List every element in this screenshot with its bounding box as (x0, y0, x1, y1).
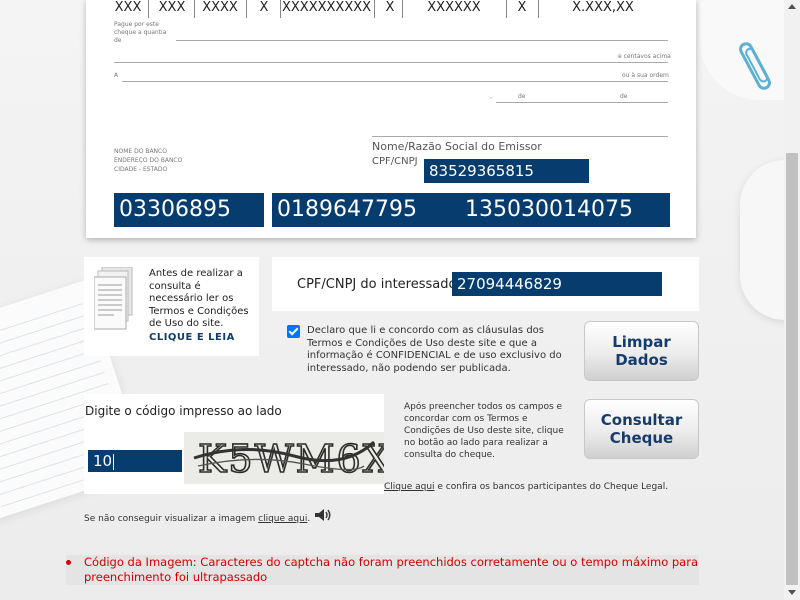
captcha-label: Digite o código impresso ao lado (85, 404, 282, 418)
cheque-field-1-input[interactable]: 03306895 (114, 193, 264, 227)
cheque-field-digit: X (259, 0, 269, 15)
no-view-text: Se não conseguir visualizar a imagem (84, 514, 259, 524)
speaker-icon[interactable] (314, 508, 332, 522)
cheque-issuer-label: Nome/Razão Social do Emissor (372, 140, 542, 153)
no-view-link[interactable]: clique aqui (258, 514, 307, 524)
cheque-field-number: XXXX (202, 0, 238, 15)
error-bullet (66, 560, 71, 565)
scroll-thumb[interactable] (786, 153, 798, 585)
terms-link[interactable]: CLIQUE E LEIA (149, 332, 235, 343)
no-view-end: . (307, 514, 311, 524)
cheque-field-account: XXXXXXXXXX (282, 0, 372, 15)
cheque-pay-label: Pague por este cheque a quantia de (114, 21, 167, 44)
error-text: Código da Imagem: Caracteres do captcha … (84, 555, 699, 584)
banks-line: Clique aqui e confira os bancos particip… (384, 482, 668, 492)
cheque-ordem-label: ou à sua ordem (622, 72, 669, 79)
cheque-field-digit2: X (385, 0, 395, 15)
cheque-a-label: A (114, 72, 119, 79)
cheque-field-3-input[interactable]: 135030014075 (460, 193, 670, 227)
cheque-bank-city: CIDADE - ESTADO (114, 166, 168, 173)
consult-button[interactable]: Consultar Cheque (584, 399, 699, 459)
cheque-field-serial: XXXXXX (427, 0, 481, 15)
document-icon (94, 267, 133, 330)
no-view-line: Se não conseguir visualizar a imagem cli… (84, 514, 310, 524)
cpf-interessado-input[interactable]: 27094446829 (452, 272, 662, 296)
error-message: Código da Imagem: Caracteres do captcha … (66, 555, 699, 585)
cpf-interessado-panel: CPF/CNPJ do interessado 27094446829 (272, 257, 699, 311)
terms-panel: Antes de realizar a consulta é necessári… (84, 257, 259, 356)
agree-text: Declaro que li e concordo com as cláusul… (307, 325, 562, 374)
captcha-image-text: K5WM6X (198, 437, 384, 481)
banks-text: e confira os bancos participantes do Che… (434, 482, 669, 492)
cheque-field-amount: X.XXX,XX (572, 0, 634, 15)
cheque-centavos-label: e centavos acima (618, 53, 671, 60)
cheque-bank-name: NOME DO BANCO (114, 148, 167, 155)
agree-checkbox[interactable] (287, 325, 300, 338)
cpf-interessado-label: CPF/CNPJ do interessado (297, 277, 457, 292)
terms-text: Antes de realizar a consulta é necessári… (149, 268, 249, 329)
cheque-card: XXX XXX XXXX X XXXXXXXXXX X XXXXXX X X.X… (86, 0, 696, 238)
captcha-image: K5WM6X (184, 432, 384, 484)
banks-link[interactable]: Clique aqui (384, 482, 435, 492)
cheque-field-bank: XXX (114, 0, 142, 15)
cheque-field-agency: XXX (158, 0, 186, 15)
cheque-top-fields: XXX XXX XXXX X XXXXXXXXXX X XXXXXX X X.X… (110, 0, 666, 18)
captcha-input-value: 10 (93, 452, 113, 470)
help-text: Após preencher todos os campos e concord… (404, 402, 564, 460)
consult-button-label: Consultar Cheque (600, 411, 683, 447)
scroll-down-arrow-icon[interactable] (788, 590, 796, 595)
cheque-field-digit3: X (517, 0, 527, 15)
cheque-field-2-input[interactable]: 0189647795 (272, 193, 462, 227)
cheque-cpf-label: CPF/CNPJ (372, 156, 418, 167)
cheque-date-sep: , (490, 93, 492, 100)
cheque-cpf-input[interactable]: 83529365815 (424, 159, 589, 183)
cheque-bank-address: ENDEREÇO DO BANCO (114, 157, 183, 164)
scroll-up-arrow-icon[interactable] (788, 4, 796, 9)
cheque-date-de-2: de (620, 93, 628, 100)
cheque-date-de-1: de (518, 93, 526, 100)
clear-button[interactable]: Limpar Dados (584, 321, 699, 381)
captcha-panel: Digite o código impresso ao lado 10 K5WM… (84, 394, 384, 494)
scrollbar[interactable] (784, 0, 800, 600)
captcha-input[interactable]: 10 (88, 450, 182, 472)
clear-button-label: Limpar Dados (612, 333, 671, 369)
